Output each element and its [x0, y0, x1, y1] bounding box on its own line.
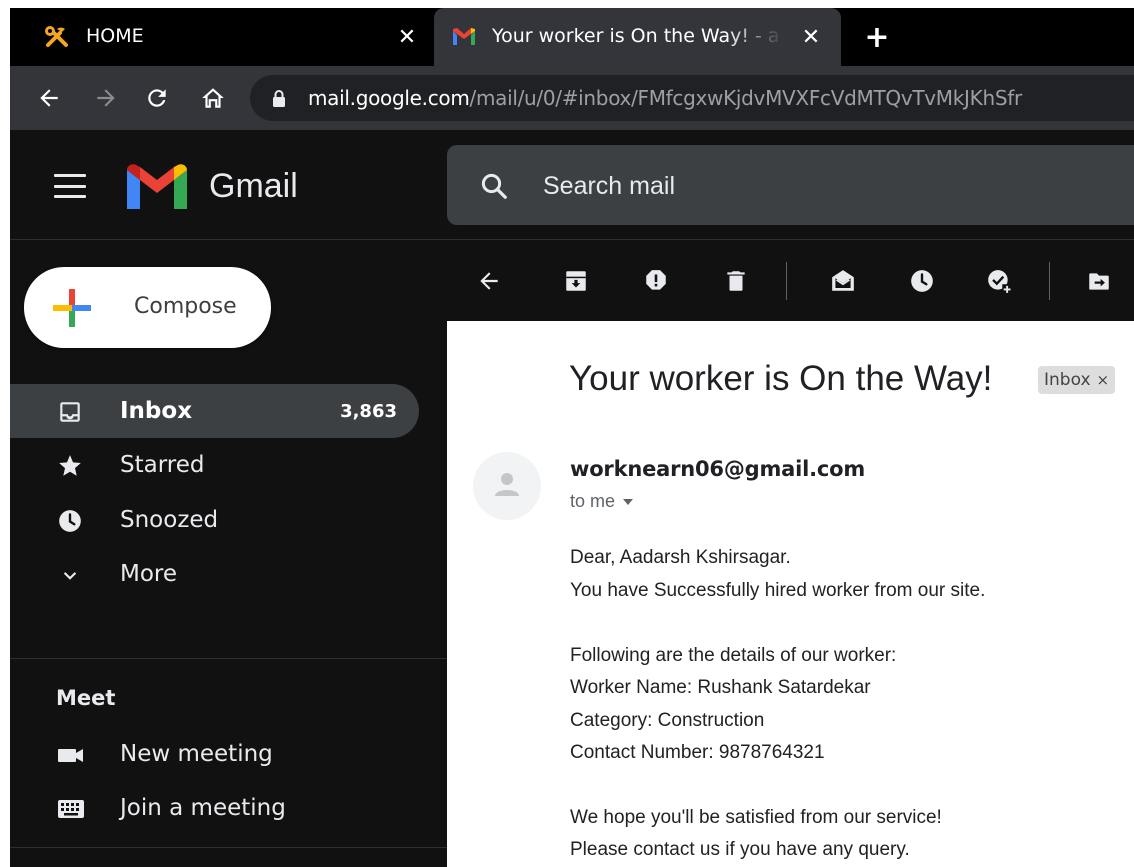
url-path: /mail/u/0/#inbox/FMfcgxwKjdvMVXFcVdMTQvT… [469, 86, 1023, 110]
recipient-text: to me [570, 491, 616, 511]
address-bar[interactable]: mail.google.com/mail/u/0/#inbox/FMfcgxwK… [250, 75, 1134, 121]
message-view: Your worker is On the Way! Inbox × workn… [447, 321, 1134, 867]
sidebar: Compose Inbox 3,863 Starred Snoozed More… [10, 240, 447, 867]
report-spam-button[interactable] [642, 267, 670, 295]
close-tab-icon[interactable]: ✕ [797, 23, 825, 51]
gmail-icon [453, 28, 475, 45]
sidebar-item-snoozed[interactable]: Snoozed [10, 493, 419, 547]
search-bar[interactable] [447, 145, 1134, 225]
message-body-line: Contact Number: 9878764321 [570, 742, 825, 763]
archive-icon [566, 271, 586, 291]
sidebar-divider [10, 658, 447, 659]
delete-icon [727, 271, 745, 291]
sidebar-item-more[interactable]: More [10, 547, 419, 601]
compose-plus-icon [53, 289, 91, 327]
mark-unread-icon [832, 270, 854, 291]
sidebar-item-label: Snoozed [120, 507, 219, 533]
toolbar-separator [1049, 262, 1050, 300]
forward-button[interactable] [89, 81, 123, 115]
message-body-line: Following are the details of our worker: [570, 645, 897, 666]
tab-gmail-message[interactable]: Your worker is On the Way! - a ✕ [434, 8, 841, 66]
back-arrow-icon [40, 89, 58, 107]
move-to-icon [1089, 273, 1109, 290]
url-domain: mail.google.com [308, 86, 470, 110]
toolbar-separator [786, 262, 787, 300]
url-text: mail.google.com/mail/u/0/#inbox/FMfcgxwK… [308, 86, 1022, 110]
message-body-line: Worker Name: Rushank Satardekar [570, 677, 871, 698]
tools-icon [45, 26, 68, 47]
search-input[interactable] [543, 167, 1103, 205]
meet-section-title: Meet [56, 686, 116, 710]
home-button[interactable] [196, 81, 230, 115]
recipient-details-toggle[interactable]: to me [570, 491, 634, 512]
message-body-line: Category: Construction [570, 710, 765, 731]
sidebar-item-label: Inbox [120, 398, 193, 424]
reload-icon [148, 89, 166, 107]
add-to-tasks-button[interactable] [985, 267, 1013, 295]
main-menu-icon[interactable] [54, 174, 86, 198]
gmail-wordmark: Gmail [209, 167, 298, 205]
back-button[interactable] [32, 81, 66, 115]
browser-toolbar: mail.google.com/mail/u/0/#inbox/FMfcgxwK… [10, 66, 1134, 130]
gmail-header: Gmail [10, 130, 1134, 240]
message-body-line: You have Successfully hired worker from … [570, 580, 986, 601]
inbox-label-chip[interactable]: Inbox × [1038, 366, 1116, 394]
message-body-line: Dear, Aadarsh Kshirsagar. [570, 547, 791, 568]
remove-label-icon[interactable]: × [1097, 371, 1110, 389]
message-body-line: We hope you'll be satisfied from our ser… [570, 807, 942, 828]
caret-down-icon[interactable] [623, 498, 634, 505]
label-chip-text: Inbox [1044, 370, 1091, 390]
compose-label: Compose [134, 294, 237, 319]
clock-icon [59, 510, 81, 532]
person-icon [495, 473, 519, 496]
mark-unread-button[interactable] [829, 267, 857, 295]
star-icon [59, 455, 81, 476]
snooze-button[interactable] [908, 267, 936, 295]
home-icon [202, 88, 224, 108]
browser-window: HOME ✕ Your worker is On the Way! - a ✕ … [10, 8, 1134, 867]
sidebar-item-label: Starred [120, 452, 205, 478]
back-to-inbox-button[interactable] [475, 267, 503, 295]
chevron-down-icon [63, 572, 77, 580]
search-icon[interactable] [479, 171, 509, 201]
new-meeting-button[interactable]: New meeting [10, 727, 419, 781]
message-toolbar [447, 240, 1134, 321]
close-tab-icon[interactable]: ✕ [393, 23, 421, 51]
delete-button[interactable] [722, 267, 750, 295]
message-subject: Your worker is On the Way! [569, 359, 993, 398]
move-to-button[interactable] [1085, 267, 1113, 295]
new-tab-button[interactable]: + [861, 20, 893, 55]
video-icon [58, 749, 83, 762]
unread-count: 3,863 [340, 401, 397, 422]
tab-title: HOME [86, 25, 144, 47]
snooze-icon [911, 270, 933, 292]
tab-title: Your worker is On the Way! - a [492, 25, 780, 47]
gmail-logo-icon[interactable] [127, 164, 187, 209]
sidebar-divider [10, 847, 447, 848]
archive-button[interactable] [562, 267, 590, 295]
keyboard-icon [58, 800, 84, 818]
meet-item-label: Join a meeting [120, 795, 286, 821]
tab-home[interactable]: HOME ✕ [10, 8, 430, 66]
sender-email: worknearn06@gmail.com [570, 457, 866, 481]
reload-button[interactable] [140, 81, 174, 115]
sidebar-item-label: More [120, 561, 178, 587]
meet-item-label: New meeting [120, 741, 273, 767]
report-spam-icon [646, 270, 666, 290]
message-body-line: Please contact us if you have any query. [570, 839, 910, 860]
lock-icon [273, 90, 285, 107]
forward-arrow-icon [97, 89, 115, 107]
sidebar-item-inbox[interactable]: Inbox 3,863 [10, 384, 419, 438]
sidebar-item-starred[interactable]: Starred [10, 438, 419, 492]
join-meeting-button[interactable]: Join a meeting [10, 781, 419, 835]
back-arrow-icon [480, 272, 498, 290]
avatar[interactable] [473, 452, 541, 520]
compose-button[interactable]: Compose [24, 267, 271, 348]
tab-strip: HOME ✕ Your worker is On the Way! - a ✕ … [10, 8, 1134, 66]
add-to-tasks-icon [988, 270, 1012, 294]
inbox-icon [60, 402, 80, 422]
